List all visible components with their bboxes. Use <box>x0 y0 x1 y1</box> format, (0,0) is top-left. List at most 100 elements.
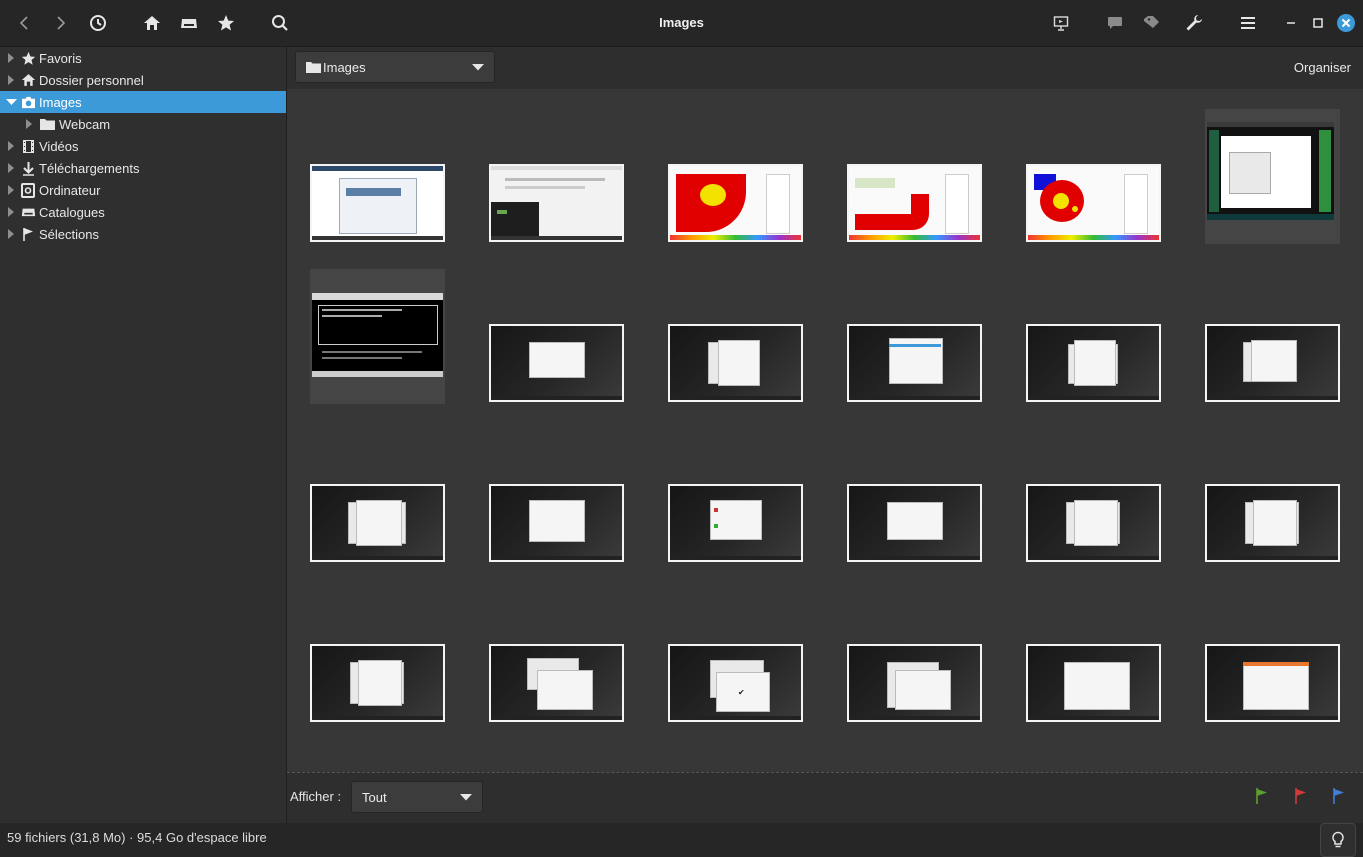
lightbulb-button[interactable] <box>1320 823 1356 857</box>
folder-icon <box>38 116 56 132</box>
filter-dropdown[interactable]: Tout <box>351 781 483 813</box>
thumbnail-cell[interactable] <box>1026 429 1161 564</box>
thumbnail-image[interactable] <box>847 324 982 402</box>
close-icon[interactable] <box>1334 11 1358 35</box>
thumbnail-image[interactable] <box>1205 644 1340 722</box>
thumbnail-image[interactable] <box>310 164 445 242</box>
expander-icon[interactable] <box>5 184 17 196</box>
thumbnail-image[interactable] <box>1205 324 1340 402</box>
thumbnail-cell[interactable] <box>1026 109 1161 244</box>
thumbnail-image[interactable] <box>1207 122 1334 220</box>
thumbnail-image[interactable] <box>1026 164 1161 242</box>
thumbnail-cell[interactable]: ✔ <box>668 589 803 724</box>
thumbnail-cell[interactable] <box>1205 589 1340 724</box>
thumbnail-cell[interactable] <box>668 109 803 244</box>
green-flag-icon[interactable] <box>1255 787 1269 805</box>
expander-icon[interactable] <box>5 74 17 86</box>
blue-flag-icon[interactable] <box>1332 787 1346 805</box>
thumbnail-image[interactable] <box>1026 644 1161 722</box>
thumbnail-image[interactable] <box>847 164 982 242</box>
thumbnail-cell[interactable] <box>310 269 445 404</box>
lightbulb-icon <box>1331 831 1345 849</box>
sidebar-item-webcam[interactable]: Webcam <box>0 113 286 135</box>
thumbnail-image[interactable] <box>489 164 624 242</box>
sidebar-item-telechargements[interactable]: Téléchargements <box>0 157 286 179</box>
thumbnail-cell[interactable] <box>489 109 624 244</box>
thumbnail-image[interactable] <box>312 293 443 377</box>
sidebar-item-selections[interactable]: Sélections <box>0 223 286 245</box>
thumbnail-cell[interactable] <box>668 269 803 404</box>
red-flag-icon[interactable] <box>1294 787 1308 805</box>
thumbnail-cell[interactable] <box>1205 109 1340 244</box>
thumbnail-cell[interactable] <box>1026 269 1161 404</box>
thumbnail-cell[interactable] <box>847 269 982 404</box>
sidebar-item-images[interactable]: Images <box>0 91 286 113</box>
sidebar-item-videos[interactable]: Vidéos <box>0 135 286 157</box>
thumbnail-cell[interactable] <box>489 429 624 564</box>
home-icon[interactable] <box>140 11 164 35</box>
thumbnail-cell[interactable] <box>847 109 982 244</box>
sidebar-item-label: Images <box>39 94 82 110</box>
sidebar-item-catalogues[interactable]: Catalogues <box>0 201 286 223</box>
wrench-icon[interactable] <box>1182 11 1206 35</box>
menu-icon[interactable] <box>1236 11 1260 35</box>
thumbnail-cell[interactable] <box>847 589 982 724</box>
drive-icon[interactable] <box>177 11 201 35</box>
expander-icon[interactable] <box>5 162 17 174</box>
thumbnail-cell[interactable] <box>1205 269 1340 404</box>
filter-bar: Afficher : Tout <box>287 772 1363 824</box>
thumbnail-cell[interactable] <box>310 429 445 564</box>
thumbnail-image[interactable] <box>1026 324 1161 402</box>
expander-icon[interactable] <box>5 206 17 218</box>
comment-icon[interactable] <box>1103 11 1127 35</box>
thumbnail-image[interactable] <box>1026 484 1161 562</box>
thumbnail-image[interactable] <box>489 324 624 402</box>
star-icon[interactable] <box>214 11 238 35</box>
location-dropdown[interactable]: Images <box>295 51 495 83</box>
thumbnail-cell[interactable] <box>668 429 803 564</box>
sidebar-item-ordinateur[interactable]: Ordinateur <box>0 179 286 201</box>
thumbnail-image[interactable] <box>489 644 624 722</box>
thumbnail-grid[interactable]: ✔ <box>287 89 1363 772</box>
film-icon <box>20 138 36 154</box>
flag-icon <box>20 226 36 242</box>
tag-icon[interactable] <box>1140 11 1164 35</box>
back-icon[interactable] <box>12 11 36 35</box>
search-icon[interactable] <box>268 11 292 35</box>
status-text: 59 fichiers (31,8 Mo) · 95,4 Go d'espace… <box>7 830 267 845</box>
thumbnail-image[interactable] <box>310 644 445 722</box>
maximize-icon[interactable] <box>1306 11 1330 35</box>
expander-icon[interactable] <box>5 96 17 108</box>
thumbnail-cell[interactable] <box>489 269 624 404</box>
thumbnail-image[interactable] <box>489 484 624 562</box>
thumbnail-cell[interactable] <box>489 589 624 724</box>
slideshow-icon[interactable] <box>1049 11 1073 35</box>
history-icon[interactable] <box>86 11 110 35</box>
thumbnail-image[interactable] <box>668 324 803 402</box>
organize-button[interactable]: Organiser <box>1294 60 1351 75</box>
expander-icon[interactable] <box>5 228 17 240</box>
expander-icon[interactable] <box>5 52 17 64</box>
sidebar-item-favoris[interactable]: Favoris <box>0 47 286 69</box>
minimize-icon[interactable] <box>1279 11 1303 35</box>
expander-icon[interactable] <box>23 118 35 130</box>
sidebar: Favoris Dossier personnel Images Webcam … <box>0 47 287 823</box>
thumbnail-cell[interactable] <box>310 589 445 724</box>
thumbnail-image[interactable] <box>668 164 803 242</box>
thumbnail-image[interactable]: ✔ <box>668 644 803 722</box>
sidebar-item-dossier-personnel[interactable]: Dossier personnel <box>0 69 286 91</box>
chevron-down-icon <box>472 63 484 71</box>
thumbnail-cell[interactable] <box>1205 429 1340 564</box>
forward-icon[interactable] <box>49 11 73 35</box>
sidebar-item-label: Favoris <box>39 50 82 66</box>
expander-icon[interactable] <box>5 140 17 152</box>
thumbnail-cell[interactable] <box>847 429 982 564</box>
archive-icon <box>20 204 36 220</box>
thumbnail-image[interactable] <box>847 484 982 562</box>
thumbnail-image[interactable] <box>310 484 445 562</box>
thumbnail-image[interactable] <box>668 484 803 562</box>
thumbnail-cell[interactable] <box>310 109 445 244</box>
thumbnail-image[interactable] <box>1205 484 1340 562</box>
thumbnail-image[interactable] <box>847 644 982 722</box>
thumbnail-cell[interactable] <box>1026 589 1161 724</box>
